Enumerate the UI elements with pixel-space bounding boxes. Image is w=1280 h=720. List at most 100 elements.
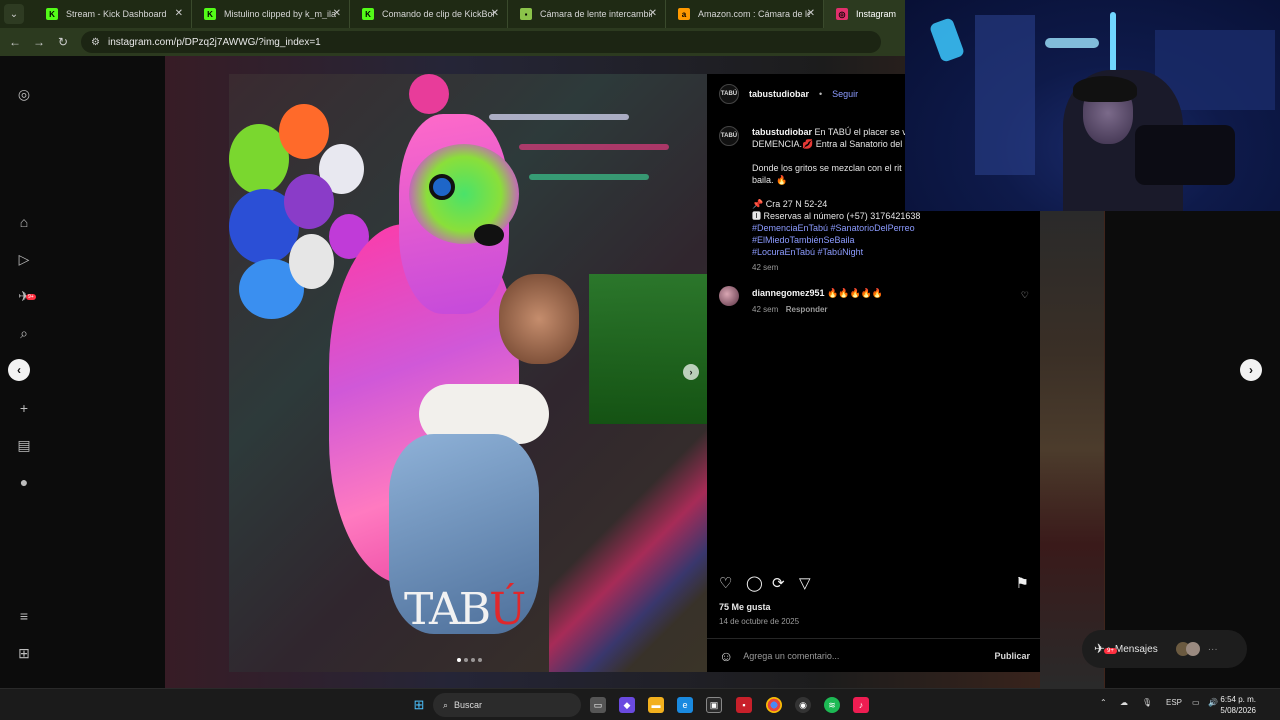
onedrive-icon[interactable]: ☁ (1120, 698, 1128, 707)
background-feed-right (1040, 210, 1104, 688)
messages-badge: 9+ (1104, 648, 1117, 654)
language-indicator[interactable]: ESP (1166, 698, 1182, 707)
create-icon[interactable]: + (14, 398, 34, 418)
messages-label: Mensajes (1114, 643, 1158, 655)
publish-button[interactable]: Publicar (994, 651, 1030, 661)
document-icon: ▪ (520, 8, 532, 20)
notification-badge: 9+ (26, 294, 36, 300)
browser-tab[interactable]: ▪ Cámara de lente intercambiable✕ (508, 0, 666, 28)
like-count[interactable]: 75 Me gusta (719, 602, 771, 612)
post-header: TABÚ tabustudiobar • Seguir (719, 84, 858, 104)
site-info-icon[interactable]: ⚙ (91, 37, 100, 48)
address-bar[interactable]: ⚙ instagram.com/p/DPzq2j7AWWG/?img_index… (81, 31, 881, 53)
browser-tab[interactable]: K Comando de clip de KickBot ✕ (350, 0, 508, 28)
previous-post-icon[interactable]: ‹ (8, 359, 30, 381)
comment-username[interactable]: diannegomez951 (752, 288, 825, 298)
spotify-icon[interactable]: ≋ (824, 697, 840, 713)
store-icon[interactable]: ▣ (706, 697, 722, 713)
hashtag-link[interactable]: #DemenciaEnTabú #SanatorioDelPerreo (752, 222, 952, 234)
taskbar-search[interactable]: ⌕ Buscar (433, 693, 581, 717)
caption-avatar[interactable]: TABÚ (719, 126, 739, 146)
carousel-dot[interactable] (464, 658, 468, 662)
instagram-logo-icon[interactable]: ◎ (14, 84, 34, 104)
browser-tab[interactable]: K Stream - Kick Dashboard ✕ (34, 0, 192, 28)
comment-like-icon[interactable]: ♡ (1021, 290, 1029, 301)
close-tab-icon[interactable]: ✕ (175, 8, 183, 19)
share-icon[interactable]: ▽ (799, 574, 811, 592)
kick-icon: K (362, 8, 374, 20)
menu-icon[interactable]: ≡ (14, 606, 34, 626)
file-explorer-icon[interactable]: ▬ (648, 697, 664, 713)
browser-tab[interactable]: a Amazon.com : Cámara de lente✕ (666, 0, 824, 28)
browser-tab[interactable]: K Mistulino clipped by k_m_ila ✕ (192, 0, 350, 28)
reply-button[interactable]: Responder (786, 305, 828, 314)
next-image-icon[interactable]: › (683, 364, 699, 380)
comment-input[interactable] (743, 650, 974, 661)
carousel-dot[interactable] (471, 658, 475, 662)
back-icon[interactable]: ← (3, 35, 27, 49)
tab-label: Comando de clip de KickBot (382, 9, 494, 19)
save-icon[interactable]: ⚑ (1016, 574, 1029, 592)
comment-avatar[interactable] (719, 286, 739, 306)
tab-label: Amazon.com : Cámara de lente (698, 9, 810, 19)
avatar[interactable]: TABÚ (719, 84, 739, 104)
comment-box: ☺ Publicar (707, 638, 1040, 672)
app-icon[interactable]: ▪ (736, 697, 752, 713)
post-username[interactable]: tabustudiobar (749, 89, 809, 99)
more-icon: ··· (1207, 643, 1218, 655)
reels-icon[interactable]: ▷ (14, 249, 34, 269)
send-icon[interactable]: ✈ 9+ (14, 286, 36, 306)
network-icon[interactable]: ▭ (1192, 698, 1200, 707)
edge-icon[interactable]: e (677, 697, 693, 713)
tab-label: Stream - Kick Dashboard (66, 9, 167, 19)
post-image[interactable]: TABÚ › (229, 74, 707, 672)
close-tab-icon[interactable]: ✕ (333, 8, 341, 19)
instagram-icon: ◎ (836, 8, 848, 20)
tiktok-icon[interactable]: ♪ (853, 697, 869, 713)
search-icon: ⌕ (443, 699, 449, 710)
close-tab-icon[interactable]: ✕ (491, 8, 499, 19)
dashboard-icon[interactable]: ▤ (14, 435, 34, 455)
taskbar: ⊞ ⌕ Buscar ▭ ◆ ▬ e ▣ ▪ ◉ ≋ ♪ ⌃ ☁ 🎙 ESP ▭… (0, 688, 1280, 720)
profile-icon[interactable]: ● (14, 472, 34, 492)
close-tab-icon[interactable]: ✕ (807, 8, 815, 19)
tabu-logo: TABÚ (404, 584, 526, 635)
widgets-icon[interactable]: ◆ (619, 697, 635, 713)
tab-label: Instagram (856, 9, 897, 19)
carousel-dot[interactable] (457, 658, 461, 662)
tray-chevron-icon[interactable]: ⌃ (1100, 698, 1107, 707)
emoji-icon[interactable]: ☺ (719, 648, 733, 664)
home-icon[interactable]: ⌂ (14, 212, 34, 232)
hashtag-link[interactable]: #ElMiedoTambiénSeBaila (752, 234, 952, 246)
next-post-icon[interactable]: › (1240, 359, 1262, 381)
close-tab-icon[interactable]: ✕ (649, 8, 657, 19)
follow-button[interactable]: Seguir (832, 89, 858, 99)
repost-icon[interactable]: ⟳ (772, 574, 785, 592)
screen: ⌄ K Stream - Kick Dashboard ✕ K Mistulino cl… (0, 0, 1280, 720)
carousel-dot[interactable] (478, 658, 482, 662)
messages-button[interactable]: ✈ 9+ Mensajes ··· (1082, 630, 1247, 668)
reload-icon[interactable]: ↻ (51, 35, 75, 49)
search-label: Buscar (454, 700, 483, 710)
tab-label: Mistulino clipped by k_m_ila (224, 9, 336, 19)
volume-icon[interactable]: 🔊 (1208, 698, 1218, 707)
task-view-icon[interactable]: ▭ (590, 697, 606, 713)
forward-icon[interactable]: → (27, 35, 51, 49)
kick-icon: K (204, 8, 216, 20)
microphone-icon[interactable]: 🎙 (1142, 698, 1152, 707)
caption-username[interactable]: tabustudiobar (752, 127, 812, 137)
more-apps-icon[interactable]: ⊞ (14, 643, 34, 663)
obs-icon[interactable]: ◉ (795, 697, 811, 713)
hashtag-link[interactable]: #LocuraEnTabú #TabúNight (752, 246, 952, 258)
like-icon[interactable]: ♡ (719, 574, 732, 592)
chrome-icon[interactable] (766, 697, 782, 713)
search-icon[interactable]: ⌕ (14, 323, 34, 343)
tab-label: Cámara de lente intercambiable (540, 9, 652, 19)
windows-start-icon[interactable]: ⊞ (411, 697, 427, 713)
amazon-icon: a (678, 8, 690, 20)
comment-icon[interactable]: ◯ (746, 574, 763, 592)
system-clock[interactable]: 6:54 p. m. 5/08/2026 (1220, 694, 1256, 716)
avatar-stack (1175, 642, 1200, 656)
post-actions: ♡ ◯ ⟳ ▽ ⚑ (719, 574, 1029, 594)
tab-search-button[interactable]: ⌄ (4, 4, 24, 24)
